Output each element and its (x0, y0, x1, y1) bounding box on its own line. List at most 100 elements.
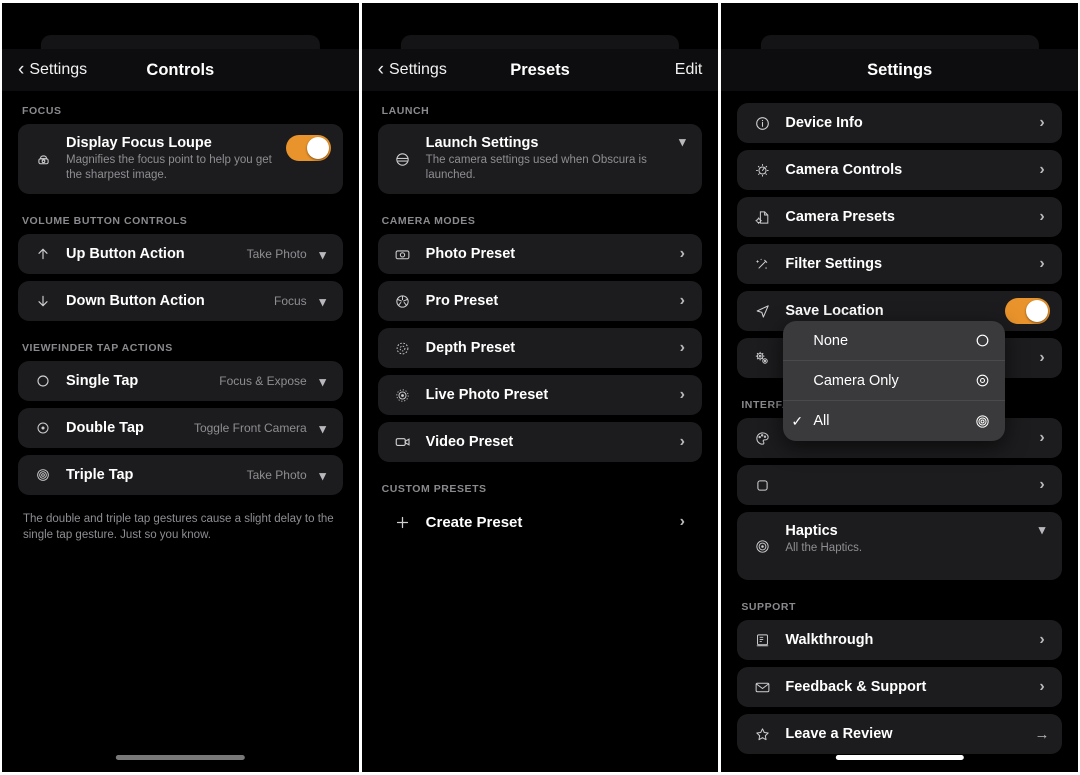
row-subtitle: Magnifies the focus point to help you ge… (66, 154, 272, 181)
ring-empty-icon (974, 332, 991, 349)
row-title: Video Preset (425, 434, 514, 450)
row-text: Triple Tap (56, 467, 247, 483)
live-photo-preset[interactable]: Live Photo Preset › (377, 375, 703, 415)
chevron-right-icon[interactable]: › (1034, 115, 1050, 131)
chevron-right-icon[interactable]: › (1034, 209, 1050, 225)
aperture-icon (390, 293, 416, 310)
feedback-support[interactable]: Feedback & Support › (737, 667, 1063, 707)
chevron-right-icon[interactable]: › (674, 387, 690, 403)
magic-wand-icon (749, 256, 775, 273)
status-bar (2, 3, 359, 49)
nav-bar: ‹ Settings Controls (2, 49, 359, 91)
pro-preset[interactable]: Pro Preset › (377, 281, 703, 321)
create-preset[interactable]: Create Preset › (378, 502, 703, 542)
leave-a-review[interactable]: Leave a Review → (737, 714, 1063, 754)
status-bar (362, 3, 719, 49)
camera-controls[interactable]: Camera Controls › (737, 150, 1063, 190)
row-text: Up Button Action (56, 246, 247, 262)
row-title: Photo Preset (425, 246, 516, 262)
popup-option[interactable]: Camera Only (783, 361, 1006, 401)
row-title: Double Tap (66, 420, 144, 436)
chevron-right-icon[interactable]: › (1034, 679, 1050, 695)
chevron-down-icon[interactable]: ▾ (315, 248, 331, 261)
chevron-right-icon[interactable]: › (1034, 350, 1050, 366)
triple-tap[interactable]: Triple Tap Take Photo ▾ (18, 455, 343, 495)
row-title: Walkthrough (785, 632, 874, 648)
chevron-right-icon[interactable]: › (1034, 162, 1050, 178)
haptics-options-menu[interactable]: None Camera Only ✓ All (783, 321, 1006, 441)
depth-preset[interactable]: Depth Preset › (377, 328, 703, 368)
walkthrough[interactable]: Walkthrough › (737, 620, 1063, 660)
phone-screen-settings: Settings Device Info › Camera Controls › Came… (721, 3, 1079, 772)
circle-icon (30, 373, 56, 389)
chevron-down-icon[interactable]: ▾ (674, 135, 690, 148)
arrow-right-icon[interactable]: → (1034, 727, 1050, 742)
chevron-right-icon[interactable]: › (674, 246, 690, 262)
display-focus-loupe[interactable]: Display Focus Loupe Magnifies the focus p… (18, 124, 343, 194)
screen-presets: ‹ Settings Presets Edit LAUNCH Launch Setting… (361, 3, 719, 772)
nav-bar: Settings (721, 49, 1079, 91)
single-tap[interactable]: Single Tap Focus & Expose ▾ (18, 361, 343, 401)
filter-settings[interactable]: Filter Settings › (737, 244, 1063, 284)
row-text: Photo Preset (416, 246, 675, 262)
haptics[interactable]: Haptics All the Haptics. ▾ (737, 512, 1063, 580)
section-header: LAUNCH (381, 105, 430, 117)
row-text: Depth Preset (416, 340, 675, 356)
chevron-down-icon[interactable]: ▾ (1034, 523, 1050, 536)
toggle-switch[interactable] (1005, 298, 1051, 324)
settings-list: FOCUS Display Focus Loupe Magnifies the fo… (2, 91, 359, 543)
checkmark-icon: ✓ (791, 412, 804, 429)
back-label: Settings (389, 61, 447, 78)
chevron-down-icon[interactable]: ▾ (315, 375, 331, 388)
ring-dot-icon (974, 372, 991, 389)
row-title: Depth Preset (425, 340, 516, 356)
chevron-right-icon[interactable]: › (1034, 632, 1050, 648)
chevron-right-icon[interactable]: › (1034, 477, 1050, 493)
chevron-down-icon[interactable]: ▾ (315, 422, 331, 435)
edit-button[interactable]: Edit (675, 61, 703, 79)
row-text: Launch Settings The camera settings used … (416, 135, 675, 183)
camera-icon (390, 246, 416, 263)
section-footnote: The double and triple tap gestures cause… (23, 513, 334, 541)
chevron-right-icon[interactable]: › (674, 434, 690, 450)
notch (41, 35, 320, 49)
row-text: Create Preset (416, 514, 675, 531)
chevron-right-icon[interactable]: › (674, 340, 690, 356)
popup-option[interactable]: None (783, 321, 1006, 361)
section-header: CUSTOM PRESETS (381, 483, 487, 495)
row-title: Down Button Action (66, 293, 205, 309)
back-button[interactable]: ‹ Settings (18, 60, 87, 79)
video-preset[interactable]: Video Preset › (377, 422, 703, 462)
book-icon (749, 632, 775, 649)
page-title: Settings (867, 60, 933, 79)
home-indicator (835, 755, 964, 760)
popup-option-label: Camera Only (813, 372, 899, 389)
row-title: Live Photo Preset (425, 387, 549, 403)
gears-icon (749, 349, 775, 367)
section-header: EXTRAS (737, 761, 1062, 772)
notch (760, 35, 1039, 49)
back-button[interactable]: ‹ Settings (378, 60, 447, 79)
popup-option[interactable]: ✓ All (783, 401, 1005, 441)
appearance-row[interactable]: › (737, 465, 1063, 505)
row-title: Create Preset (425, 513, 523, 531)
up-button-action[interactable]: Up Button Action Take Photo ▾ (18, 234, 343, 274)
location-arrow-icon (749, 303, 775, 320)
row-text: Live Photo Preset (416, 387, 675, 403)
launch-settings[interactable]: Launch Settings The camera settings used … (377, 124, 703, 194)
camera-presets[interactable]: Camera Presets › (737, 197, 1063, 237)
row-text: Haptics All the Haptics. (775, 523, 1034, 556)
down-button-action[interactable]: Down Button Action Focus ▾ (18, 281, 343, 321)
chevron-down-icon[interactable]: ▾ (315, 469, 331, 482)
device-info[interactable]: Device Info › (737, 103, 1063, 143)
chevron-right-icon[interactable]: › (1034, 256, 1050, 272)
toggle-switch[interactable] (285, 135, 331, 161)
chevron-right-icon[interactable]: › (674, 293, 690, 309)
row-title: Display Focus Loupe (66, 135, 212, 151)
photo-preset[interactable]: Photo Preset › (377, 234, 703, 274)
chevron-down-icon[interactable]: ▾ (315, 295, 331, 308)
video-icon (390, 433, 416, 451)
chevron-right-icon[interactable]: › (674, 514, 690, 530)
double-tap[interactable]: Double Tap Toggle Front Camera ▾ (18, 408, 343, 448)
chevron-right-icon[interactable]: › (1034, 430, 1050, 446)
